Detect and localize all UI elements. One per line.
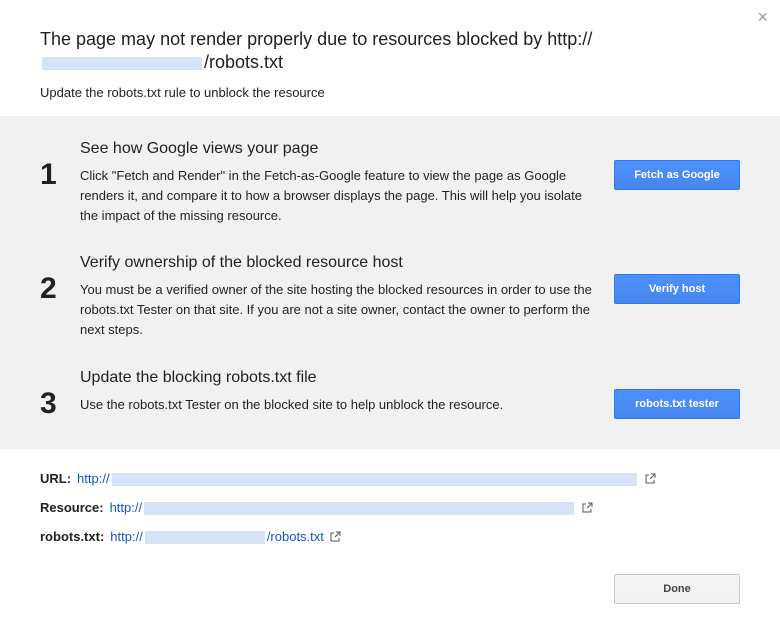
title-suffix: /robots.txt (204, 52, 283, 72)
redacted-url (112, 473, 637, 486)
step-number: 2 (40, 254, 80, 304)
robots-suffix: /robots.txt (267, 529, 324, 544)
detail-robots-link[interactable]: http:// /robots.txt (110, 529, 324, 544)
external-link-icon (582, 502, 593, 513)
fetch-as-google-button[interactable]: Fetch as Google (614, 160, 740, 190)
external-link-icon (330, 531, 341, 542)
detail-resource-row: Resource: http:// (40, 500, 740, 515)
step-number: 3 (40, 369, 80, 419)
step-description: Use the robots.txt Tester on the blocked… (80, 395, 596, 415)
step-title: See how Google views your page (80, 140, 596, 158)
step-title: Update the blocking robots.txt file (80, 369, 596, 387)
step-1: 1 See how Google views your page Click "… (40, 140, 740, 226)
url-prefix: http:// (77, 471, 110, 486)
step-title: Verify ownership of the blocked resource… (80, 254, 596, 272)
dialog-header: The page may not render properly due to … (0, 0, 780, 116)
detail-resource-label: Resource: (40, 500, 104, 515)
detail-url-label: URL: (40, 471, 71, 486)
dialog-subtitle: Update the robots.txt rule to unblock th… (40, 85, 740, 100)
step-3: 3 Update the blocking robots.txt file Us… (40, 369, 740, 419)
close-button[interactable]: × (757, 8, 768, 26)
steps-section: 1 See how Google views your page Click "… (0, 116, 780, 449)
redacted-robots-host (145, 531, 265, 544)
step-number: 1 (40, 140, 80, 190)
robots-prefix: http:// (110, 529, 143, 544)
done-button[interactable]: Done (614, 574, 740, 604)
step-body: Update the blocking robots.txt file Use … (80, 369, 614, 415)
step-action: Verify host (614, 254, 740, 304)
step-body: Verify ownership of the blocked resource… (80, 254, 614, 340)
step-action: Fetch as Google (614, 140, 740, 190)
redacted-host (42, 57, 202, 70)
external-link-icon (645, 473, 656, 484)
detail-robots-row: robots.txt: http:// /robots.txt (40, 529, 740, 544)
robots-txt-tester-button[interactable]: robots.txt tester (614, 389, 740, 419)
step-description: You must be a verified owner of the site… (80, 280, 596, 340)
detail-url-row: URL: http:// (40, 471, 740, 486)
step-action: robots.txt tester (614, 369, 740, 419)
details-section: URL: http:// Resource: http:// robots.tx… (0, 449, 780, 568)
step-2: 2 Verify ownership of the blocked resour… (40, 254, 740, 340)
verify-host-button[interactable]: Verify host (614, 274, 740, 304)
detail-resource-link[interactable]: http:// (110, 500, 577, 515)
dialog-footer: Done (0, 568, 780, 626)
redacted-resource (144, 502, 574, 515)
dialog-blocked-resources: × The page may not render properly due t… (0, 0, 780, 626)
dialog-title: The page may not render properly due to … (40, 28, 740, 75)
resource-prefix: http:// (110, 500, 143, 515)
step-description: Click "Fetch and Render" in the Fetch-as… (80, 166, 596, 226)
detail-robots-label: robots.txt: (40, 529, 104, 544)
step-body: See how Google views your page Click "Fe… (80, 140, 614, 226)
title-prefix: The page may not render properly due to … (40, 29, 592, 49)
detail-url-link[interactable]: http:// (77, 471, 639, 486)
